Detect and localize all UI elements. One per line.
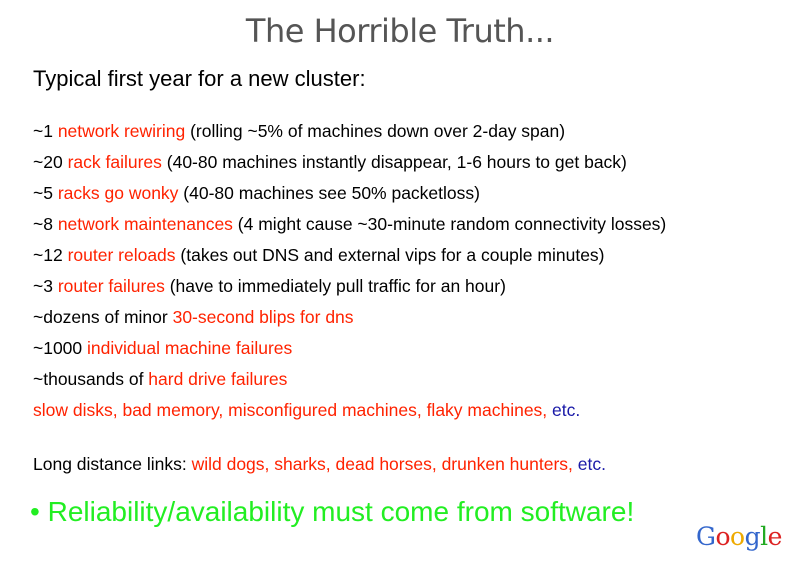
item-count: ~3 (33, 276, 58, 296)
etc-text: etc. (552, 400, 581, 420)
list-item-misc: slow disks, bad memory, misconfigured ma… (33, 395, 666, 426)
item-count: ~5 (33, 183, 58, 203)
logo-letter: G (696, 522, 716, 551)
list-item: ~1 network rewiring (rolling ~5% of mach… (33, 116, 666, 147)
list-item: ~thousands of hard drive failures (33, 364, 666, 395)
item-detail: (40-80 machines see 50% packetloss) (178, 183, 480, 203)
logo-letter: e (767, 522, 783, 551)
google-logo: Google (696, 522, 782, 551)
item-highlight: racks go wonky (57, 183, 179, 203)
item-highlight: rack failures (67, 152, 162, 172)
item-detail: (4 might cause ~30-minute random connect… (232, 214, 667, 234)
item-count: ~20 (33, 152, 68, 172)
failure-list: ~1 network rewiring (rolling ~5% of mach… (33, 116, 666, 426)
long-distance-line: Long distance links: wild dogs, sharks, … (33, 454, 606, 475)
item-detail: (have to immediately pull traffic for an… (164, 276, 506, 296)
item-count: ~12 (33, 245, 68, 265)
list-item: ~12 router reloads (takes out DNS and ex… (33, 240, 666, 271)
item-count: ~dozens of minor (33, 307, 173, 327)
bullet-icon: • (30, 496, 40, 527)
item-count: ~1 (33, 121, 58, 141)
item-highlight: router failures (57, 276, 165, 296)
slide-subtitle: Typical first year for a new cluster: (33, 66, 366, 91)
list-item: ~dozens of minor 30-second blips for dns (33, 302, 666, 333)
long-distance-highlight: wild dogs, sharks, dead horses, drunken … (191, 454, 578, 474)
logo-letter: o (730, 522, 745, 551)
item-highlight: slow disks, bad memory, misconfigured ma… (33, 400, 553, 420)
item-count: ~1000 (33, 338, 88, 358)
conclusion-bullet: • Reliability/availability must come fro… (30, 496, 634, 528)
item-highlight: hard drive failures (148, 369, 288, 389)
list-item: ~5 racks go wonky (40-80 machines see 50… (33, 178, 666, 209)
etc-text: etc. (577, 454, 606, 474)
item-detail: (rolling ~5% of machines down over 2-day… (185, 121, 566, 141)
item-count: ~thousands of (33, 369, 149, 389)
long-distance-label: Long distance links: (33, 454, 192, 474)
item-highlight: network rewiring (57, 121, 186, 141)
item-highlight: network maintenances (57, 214, 233, 234)
item-highlight: router reloads (67, 245, 176, 265)
item-detail: (takes out DNS and external vips for a c… (175, 245, 605, 265)
list-item: ~20 rack failures (40-80 machines instan… (33, 147, 666, 178)
item-highlight: 30-second blips for dns (172, 307, 354, 327)
logo-letter: l (760, 522, 768, 551)
list-item: ~3 router failures (have to immediately … (33, 271, 666, 302)
list-item: ~8 network maintenances (4 might cause ~… (33, 209, 666, 240)
conclusion-text: Reliability/availability must come from … (47, 496, 635, 527)
list-item: ~1000 individual machine failures (33, 333, 666, 364)
item-highlight: individual machine failures (87, 338, 293, 358)
logo-letter: o (715, 522, 731, 551)
logo-letter: g (744, 522, 761, 551)
item-count: ~8 (33, 214, 58, 234)
item-detail: (40-80 machines instantly disappear, 1-6… (161, 152, 627, 172)
slide-title: The Horrible Truth... (245, 12, 555, 50)
